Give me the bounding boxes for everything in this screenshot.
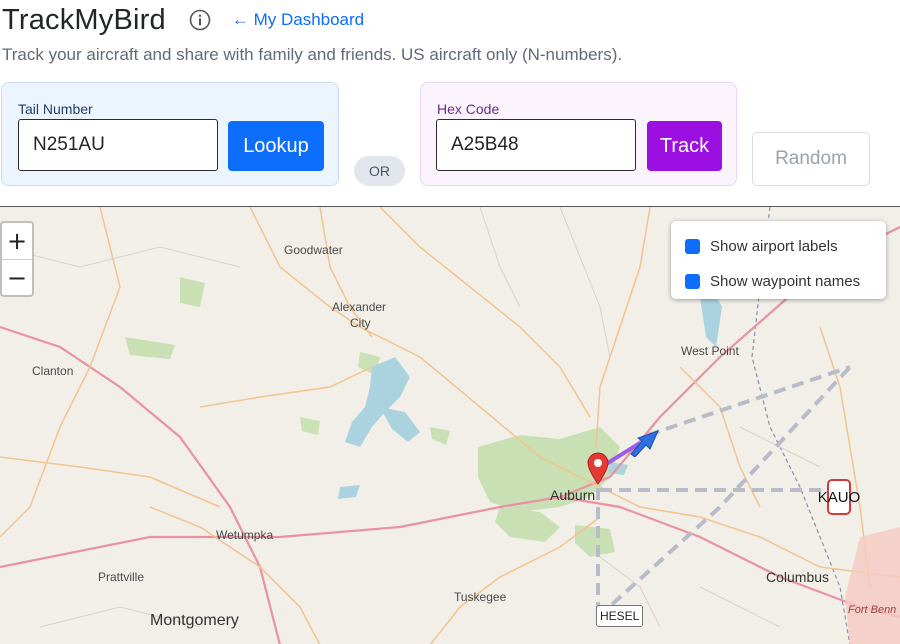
page-subtitle: Track your aircraft and share with famil… [2,45,623,64]
layer-options-panel: Show airport labels Show waypoint names [671,221,886,299]
place-label-auburn: Auburn [550,487,596,503]
place-label-city: City [350,316,371,330]
origin-location-marker-icon[interactable] [586,451,610,485]
tail-number-card: Tail Number Lookup [1,82,339,186]
airport-label-kauo[interactable]: KAUO [818,479,860,515]
tail-number-label: Tail Number [18,101,93,117]
or-divider: OR [354,156,405,186]
hex-code-card: Hex Code Track [420,82,737,186]
my-dashboard-link[interactable]: ← My Dashboard [232,10,364,30]
lookup-button[interactable]: Lookup [228,121,324,171]
place-label-prattville: Prattville [98,570,145,584]
zoom-out-button[interactable]: − [2,259,32,295]
checkbox-checked-icon[interactable] [671,222,700,289]
info-circle-icon[interactable] [188,8,212,32]
zoom-control: + − [0,221,34,297]
place-label-fort-benning: Fort Benn [848,604,897,616]
place-label-clanton: Clanton [32,364,74,378]
map[interactable]: Goodwater Alexander City Clanton West Po… [0,206,900,644]
random-button[interactable]: Random [752,132,870,186]
hex-code-input[interactable] [436,119,636,171]
airport-labels-toggle[interactable]: Show airport labels [671,222,872,260]
airport-labels-label: Show airport labels [710,238,838,255]
zoom-in-button[interactable]: + [2,223,32,259]
place-label-wetumpka: Wetumpka [216,528,274,542]
aircraft-position-icon[interactable] [628,429,660,457]
place-label-alexander: Alexander [332,300,387,314]
hex-code-label: Hex Code [437,101,500,117]
tail-number-input[interactable] [18,119,218,171]
waypoint-names-label: Show waypoint names [710,273,861,290]
place-label-west-point: West Point [681,344,739,358]
waypoint-names-toggle[interactable]: Show waypoint names [671,222,872,295]
track-button[interactable]: Track [647,121,722,171]
place-label-columbus: Columbus [766,569,830,585]
header: TrackMyBird ← My Dashboard [2,2,364,38]
place-label-montgomery: Montgomery [150,612,239,629]
waypoint-label-hesel[interactable]: HESEL [596,605,644,627]
place-label-goodwater: Goodwater [284,243,343,257]
place-label-tuskegee: Tuskegee [454,590,507,604]
app-title: TrackMyBird [2,3,166,36]
checkbox-checked-icon[interactable] [671,222,700,254]
